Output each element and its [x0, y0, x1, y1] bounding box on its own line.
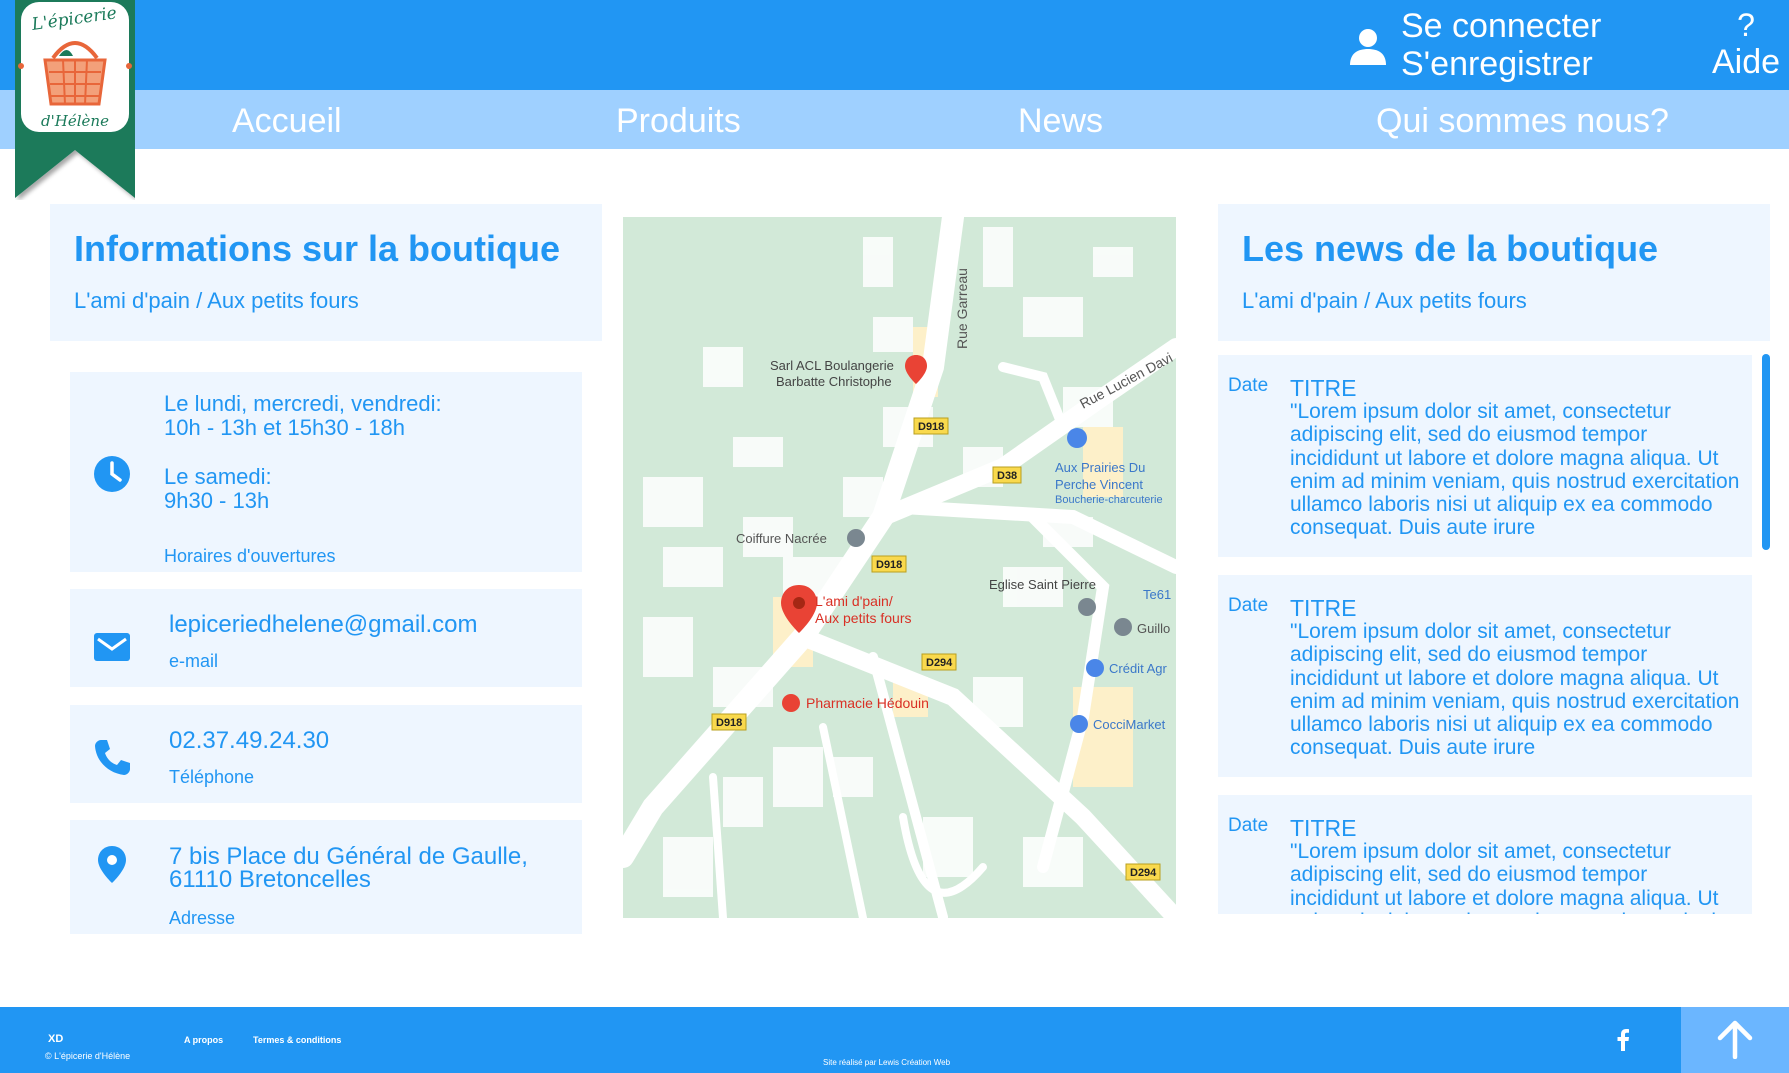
map-road-d38: D38 — [997, 470, 1017, 482]
news-item-body: "Lorem ipsum dolor sit amet, consectetur… — [1290, 620, 1740, 760]
news-date: Date — [1228, 595, 1269, 616]
phone-card: 02.37.49.24.30 Téléphone — [70, 705, 582, 803]
map-road-d918-c: D918 — [716, 717, 742, 729]
address-card: 7 bis Place du Général de Gaulle, 61110 … — [70, 820, 582, 934]
location-pin-icon — [98, 846, 126, 883]
email-value[interactable]: lepiceriedhelene@gmail.com — [169, 613, 478, 637]
hours-line-1: Le lundi, mercredi, vendredi: — [164, 391, 442, 416]
church-pin-icon — [1078, 598, 1096, 616]
shopping-pin-icon — [1067, 428, 1087, 448]
email-card: lepiceriedhelene@gmail.com e-mail — [70, 589, 582, 687]
help-label: Aide — [1711, 43, 1781, 81]
help-button[interactable]: ? Aide — [1706, 7, 1786, 83]
map-road-d294-a: D294 — [926, 657, 953, 669]
logo-text-bottom: d'Hélène — [41, 112, 109, 130]
info-subtitle: L'ami d'pain / Aux petits fours — [74, 288, 359, 313]
map-poi-eglise: Eglise Saint Pierre — [989, 577, 1096, 592]
nav-produits[interactable]: Produits — [616, 99, 741, 143]
clock-icon — [94, 456, 130, 492]
nav-news[interactable]: News — [1018, 99, 1103, 143]
map-poi-coiffure: Coiffure Nacrée — [736, 531, 827, 546]
shop-map[interactable]: D918 D918 D918 D38 D294 D294 Rue Garreau… — [623, 217, 1176, 918]
map-poi-guillo: Guillo — [1137, 621, 1170, 636]
news-list[interactable]: Date TITRE "Lorem ipsum dolor sit amet, … — [1218, 352, 1782, 914]
news-item[interactable]: Date TITRE "Lorem ipsum dolor sit amet, … — [1218, 355, 1752, 557]
hours-line-3: Le samedi: — [164, 464, 272, 489]
news-date: Date — [1228, 375, 1269, 396]
hours-card: Le lundi, mercredi, vendredi: 10h - 13h … — [70, 372, 582, 572]
address-caption: Adresse — [169, 908, 236, 928]
map-road-d918-a: D918 — [918, 421, 944, 433]
map-road-d294-b: D294 — [1130, 867, 1157, 879]
map-poi-te: Te61 — [1143, 587, 1171, 602]
nav-accueil[interactable]: Accueil — [232, 99, 342, 143]
news-header: Les news de la boutique L'ami d'pain / A… — [1218, 204, 1770, 341]
hours-line-2: 10h - 13h et 15h30 - 18h — [164, 415, 405, 440]
map-poi-boulangerie-1: Sarl ACL Boulangerie — [770, 358, 894, 373]
bank-pin-icon — [1086, 659, 1104, 677]
map-road-d918-b: D918 — [876, 559, 902, 571]
facebook-icon[interactable] — [1615, 1029, 1631, 1051]
map-poi-shop-2: Aux petits fours — [815, 610, 912, 626]
email-caption: e-mail — [169, 651, 219, 671]
arrow-up-icon — [1717, 1020, 1753, 1059]
help-icon: ? — [1737, 7, 1755, 43]
address-line-2: 61110 Bretoncelles — [169, 866, 371, 893]
phone-icon — [95, 740, 130, 775]
news-date: Date — [1228, 815, 1269, 836]
map-poi-prairies-1: Aux Prairies Du — [1055, 460, 1145, 475]
footer-xd: XD — [48, 1033, 64, 1045]
phone-caption: Téléphone — [169, 767, 255, 787]
pharmacy-pin-icon — [782, 694, 800, 712]
account-links[interactable]: Se connecter S'enregistrer — [1350, 7, 1630, 83]
mail-icon — [94, 633, 130, 661]
map-poi-cocci: CocciMarket — [1093, 717, 1166, 732]
phone-value[interactable]: 02.37.49.24.30 — [169, 729, 329, 753]
login-link[interactable]: Se connecter — [1401, 7, 1601, 45]
footer-terms-link[interactable]: Termes & conditions — [253, 1035, 341, 1045]
news-scrollbar[interactable] — [1762, 354, 1770, 550]
news-item[interactable]: Date TITRE "Lorem ipsum dolor sit amet, … — [1218, 575, 1752, 777]
news-item-body: "Lorem ipsum dolor sit amet, consectetur… — [1290, 400, 1740, 540]
news-subtitle: L'ami d'pain / Aux petits fours — [1242, 288, 1527, 313]
news-item-title: TITRE — [1290, 815, 1357, 841]
user-icon — [1350, 29, 1386, 65]
news-item-title: TITRE — [1290, 375, 1357, 401]
register-link[interactable]: S'enregistrer — [1401, 45, 1593, 83]
news-item-title: TITRE — [1290, 595, 1357, 621]
footer-copyright: © L'épicerie d'Hélène — [45, 1051, 131, 1061]
info-header: Informations sur la boutique L'ami d'pai… — [50, 204, 602, 341]
map-poi-pharmacie: Pharmacie Hédouin — [806, 695, 929, 711]
map-poi-credit: Crédit Agr — [1109, 661, 1167, 676]
map-street-garreau: Rue Garreau — [954, 268, 970, 349]
map-poi-prairies-3: Boucherie-charcuterie — [1055, 494, 1163, 506]
news-item-body: "Lorem ipsum dolor sit amet, consectetur… — [1290, 840, 1739, 914]
map-poi-boulangerie-2: Barbatte Christophe — [776, 374, 892, 389]
generic-pin-icon — [847, 529, 865, 547]
info-title: Informations sur la boutique — [74, 228, 561, 269]
logo[interactable]: L'épicerie d'Hélène — [15, 0, 135, 200]
news-item[interactable]: Date TITRE "Lorem ipsum dolor sit amet, … — [1218, 795, 1752, 914]
hours-line-4: 9h30 - 13h — [164, 488, 270, 513]
hours-caption: Horaires d'ouvertures — [164, 546, 336, 566]
footer-credit: Site réalisé par Lewis Création Web — [823, 1058, 951, 1067]
nav-qui-sommes-nous[interactable]: Qui sommes nous? — [1376, 99, 1669, 143]
back-to-top-button[interactable] — [1681, 1007, 1789, 1073]
map-poi-prairies-2: Perche Vincent — [1055, 477, 1143, 492]
news-title: Les news de la boutique — [1242, 228, 1659, 269]
footer-about-link[interactable]: A propos — [184, 1035, 223, 1045]
map-poi-shop-1: L'ami d'pain/ — [815, 593, 893, 609]
